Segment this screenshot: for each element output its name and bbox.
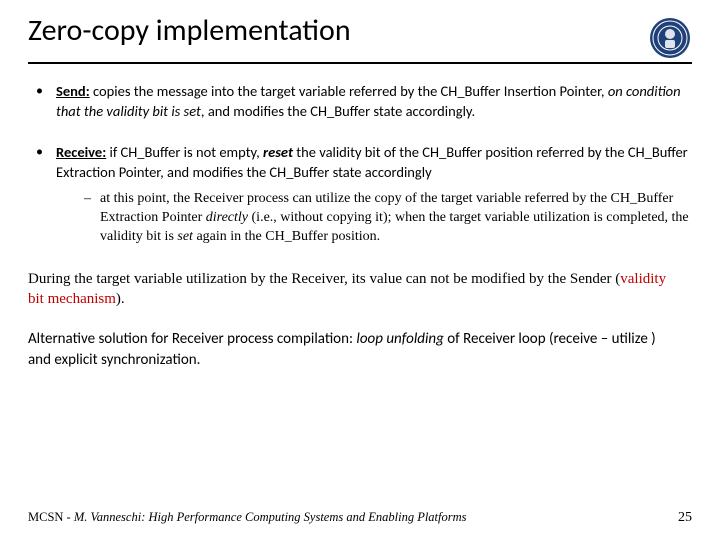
alternative-note: Alternative solution for Receiver proces… <box>28 329 692 370</box>
footer: MCSN - M. Vanneschi: High Performance Co… <box>28 510 692 526</box>
bullet-list: Send: copies the message into the target… <box>28 82 692 247</box>
body-content: Send: copies the message into the target… <box>28 82 692 370</box>
footer-credit: MCSN - M. Vanneschi: High Performance Co… <box>28 510 467 525</box>
page-title: Zero-copy implementation <box>28 14 351 49</box>
validity-note: During the target variable utilization b… <box>28 269 692 310</box>
bullet-send: Send: copies the message into the target… <box>32 82 692 121</box>
sub-bullet: at this point, the Receiver process can … <box>84 190 692 247</box>
receive-keyword: Receive: <box>56 143 106 161</box>
slide: Zero-copy implementation Send: copies th… <box>0 0 720 540</box>
bullet-receive: Receive: if CH_Buffer is not empty, rese… <box>32 143 692 247</box>
sub-bullet-list: at this point, the Receiver process can … <box>56 190 692 247</box>
page-number: 25 <box>678 510 692 526</box>
header: Zero-copy implementation <box>28 14 692 64</box>
institution-seal-icon <box>648 16 692 60</box>
send-keyword: Send: <box>56 82 90 100</box>
